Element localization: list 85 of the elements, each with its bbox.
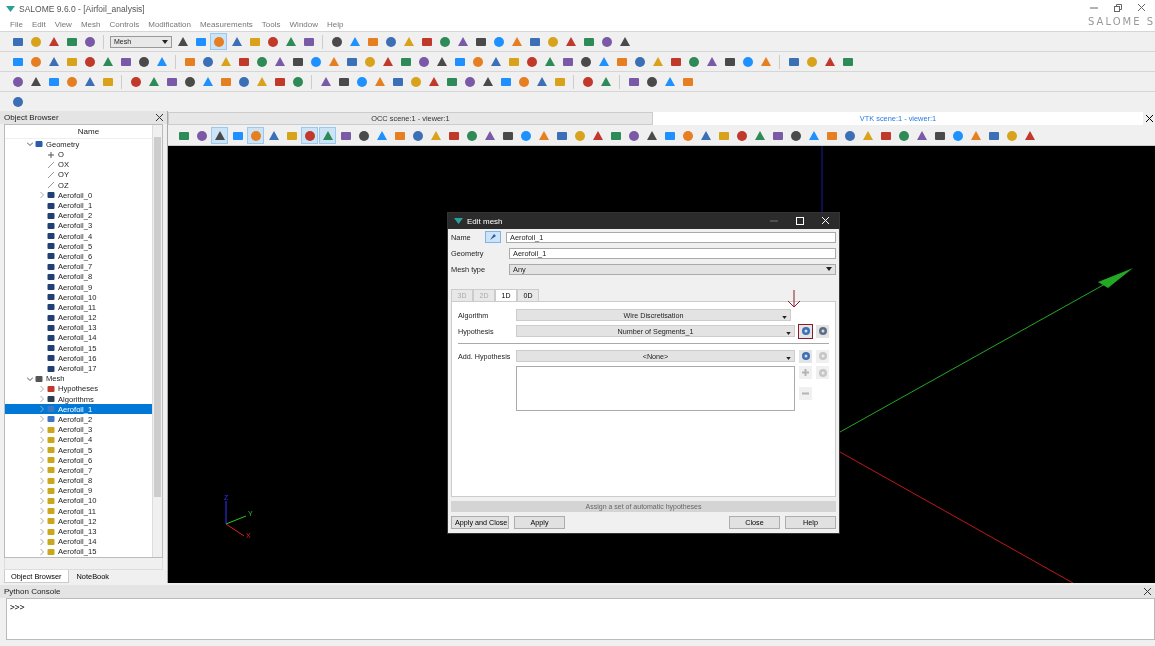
tool-icon[interactable] [632,54,647,69]
chevron-down-icon[interactable] [27,141,33,148]
tool-icon[interactable] [686,54,701,69]
menu-item[interactable]: Modification [148,20,191,29]
dialog-title: Edit mesh [467,216,503,226]
tool-icon[interactable] [437,34,452,49]
console-field[interactable]: >>> [6,598,1155,640]
tool-icon[interactable] [200,54,215,69]
tool-icon[interactable] [788,128,803,143]
tool-icon[interactable] [82,34,97,49]
tool-icon[interactable] [82,54,97,69]
axis-line [821,146,823,213]
tool-icon[interactable] [265,34,280,49]
tool-icon[interactable] [212,128,227,143]
hypotheses-icon [47,384,55,393]
close-icon[interactable] [156,114,163,121]
pointer-icon [489,233,497,241]
axis-triad-drawing [225,500,247,537]
tool-icon[interactable] [599,34,614,49]
scrollbar[interactable] [4,558,163,570]
tool-icon[interactable] [290,74,305,89]
app-logo-icon [454,218,463,224]
column-header[interactable]: Name [5,125,152,140]
tool-icon[interactable] [580,74,595,89]
menu-item[interactable]: Tools [261,20,281,29]
tool-icon[interactable] [194,128,209,143]
app-logo-icon [6,6,15,12]
menu-item[interactable]: File [10,20,23,29]
close-icon[interactable] [1145,114,1153,122]
menu-item[interactable]: Measurements [199,20,253,29]
menu-item[interactable]: View [54,20,72,29]
hypothesis-list[interactable] [516,366,795,411]
algorithms-icon [47,395,55,404]
menu-item[interactable]: Mesh [80,20,101,29]
tool-icon[interactable] [10,94,25,109]
select-button[interactable] [485,231,501,243]
minimize-icon[interactable] [1090,4,1098,12]
caret-icon [826,267,832,271]
salome-logo: SALOME S [1088,16,1155,27]
chevron-down-icon[interactable] [27,375,33,382]
scrollbar[interactable] [152,125,162,557]
tool-icon[interactable] [410,128,425,143]
tool-icon[interactable] [842,128,857,143]
maximize-icon[interactable] [796,217,804,225]
window-title: SALOME 9.6.0 - [Airfoil_analysis] [19,4,145,14]
tool-icon[interactable] [416,54,431,69]
edit-hypothesis-button[interactable] [816,324,829,338]
tool-icon[interactable] [464,128,479,143]
caret-icon [782,316,787,319]
menu-item[interactable]: Window [289,20,318,29]
tool-icon[interactable] [356,128,371,143]
menu-item[interactable]: Edit [31,20,46,29]
plus-icon [801,368,810,377]
tool-icon[interactable] [462,74,477,89]
tool-icon[interactable] [10,74,25,89]
tool-icon[interactable] [182,74,197,89]
tool-icon[interactable] [302,128,317,143]
mesh-module-icon [35,374,43,383]
tool-icon[interactable] [626,128,641,143]
geometry-icon [35,140,43,149]
tool-icon[interactable] [320,128,335,143]
tool-icon[interactable] [128,74,143,89]
panel-title: Python Console [4,587,61,596]
create-hypothesis-button[interactable] [799,324,812,338]
tool-icon[interactable] [734,128,749,143]
tool-icon[interactable] [136,54,151,69]
menu-item[interactable]: Help [327,20,344,29]
tool-icon[interactable] [524,54,539,69]
menu-item[interactable]: Controls [109,20,140,29]
tool-icon[interactable] [383,34,398,49]
tool-icon[interactable] [578,54,593,69]
tool-icon[interactable] [644,74,659,89]
create-hypothesis-button[interactable] [799,349,812,363]
annotation-arrow [787,290,801,308]
tool-icon[interactable] [896,128,911,143]
caret-icon [786,332,791,335]
restore-icon[interactable] [1114,4,1122,12]
panel-title: Object Browser [4,113,59,122]
tool-icon[interactable] [254,54,269,69]
tool-icon[interactable] [236,74,251,89]
caret-icon [786,357,791,360]
caret-icon [162,39,168,44]
tool-icon[interactable] [329,34,344,49]
close-icon[interactable] [1144,588,1151,595]
point-icon [47,150,55,159]
